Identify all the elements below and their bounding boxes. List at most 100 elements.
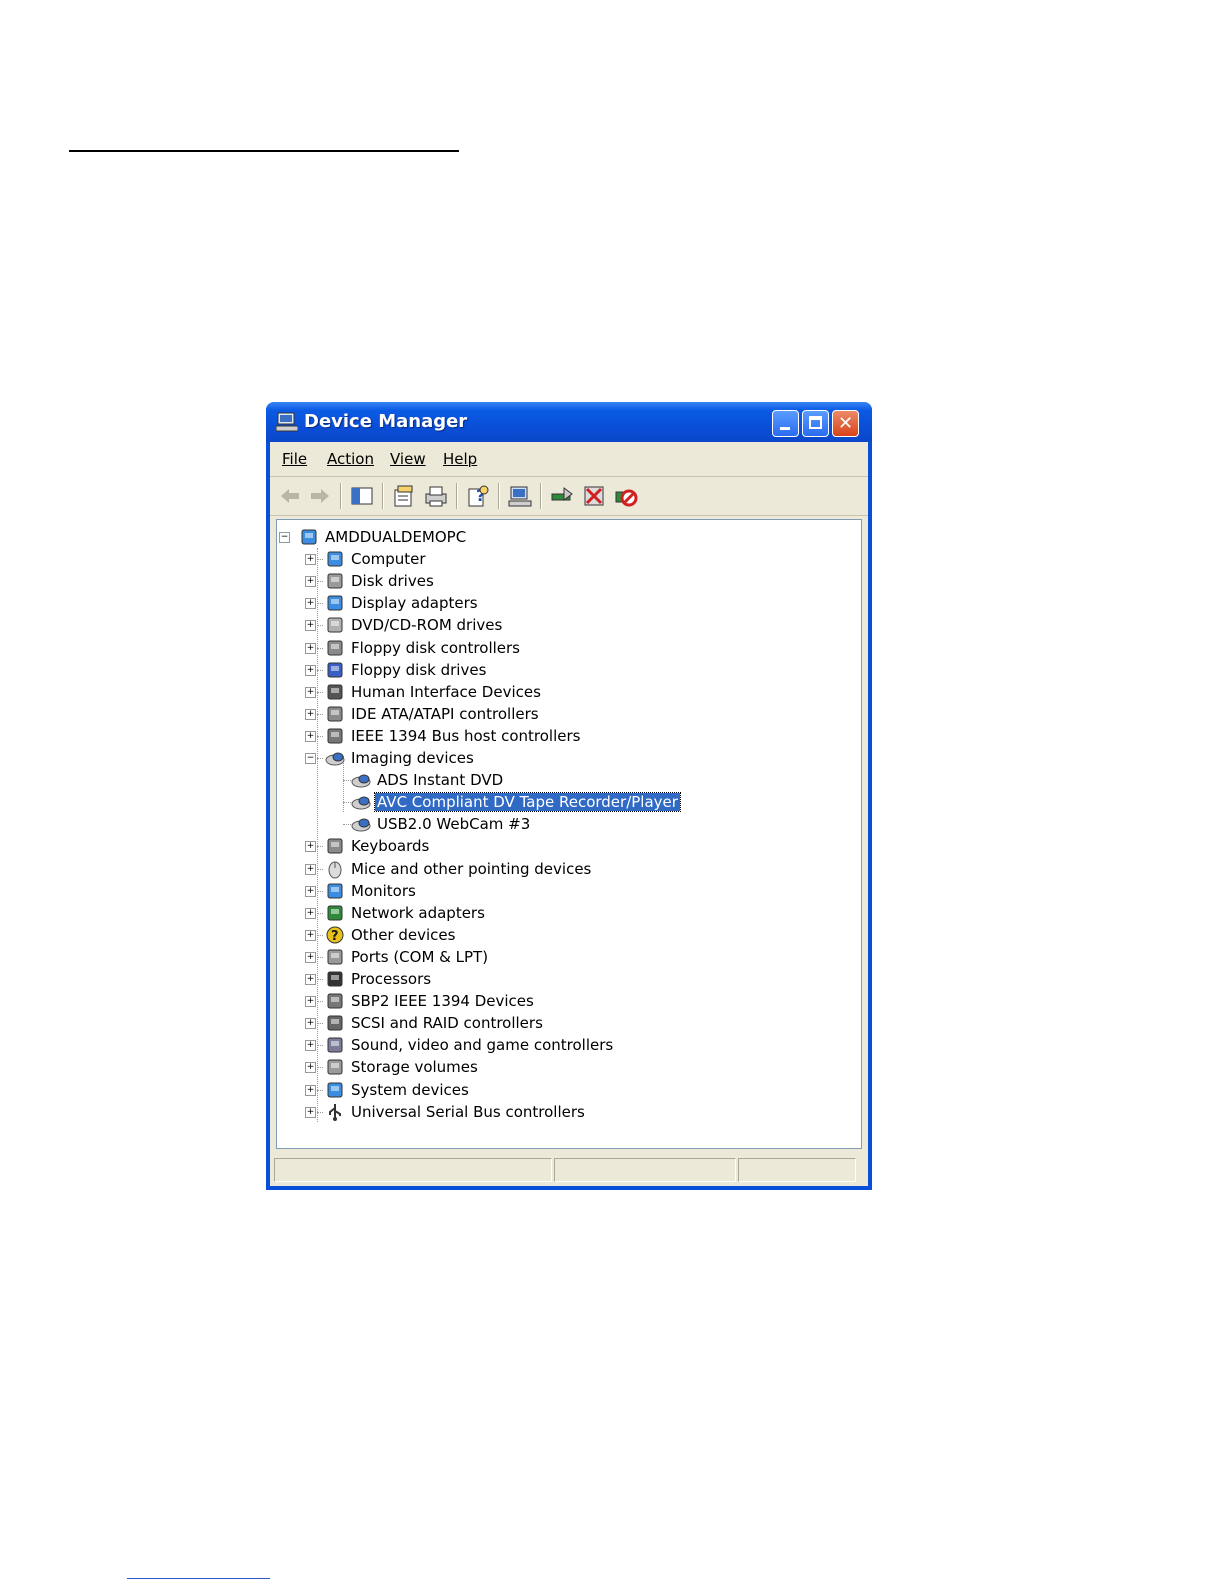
tree-node-usb2-0-webcam-3[interactable]: USB2.0 WebCam #3 [277, 813, 847, 835]
help-icon[interactable]: ? [466, 484, 490, 508]
expand-icon[interactable]: + [305, 708, 316, 720]
tree-node-label: IDE ATA/ATAPI controllers [351, 704, 539, 723]
tree-node-label: Floppy disk controllers [351, 638, 520, 657]
camera-icon [325, 752, 345, 766]
maximize-button[interactable] [802, 410, 829, 437]
dvd-drive-icon [327, 617, 343, 633]
tree-connector [317, 758, 323, 759]
expand-icon[interactable]: + [305, 1084, 316, 1096]
tree-node-sound-video-and-game-controllers[interactable]: + Sound, video and game controllers [277, 1034, 847, 1056]
tree-node-ads-instant-dvd[interactable]: ADS Instant DVD [277, 769, 847, 791]
tree-node-processors[interactable]: + Processors [277, 968, 847, 990]
show-hide-console-tree-icon[interactable] [350, 484, 374, 508]
back-arrow-icon[interactable] [278, 484, 302, 508]
tree-root-node[interactable]: − AMDDUALDEMOPC [277, 526, 847, 548]
tree-connector [317, 912, 323, 914]
update-driver-icon[interactable] [550, 484, 574, 508]
collapse-icon[interactable]: − [305, 753, 316, 764]
svg-text:?: ? [331, 929, 339, 944]
menu-help[interactable]: Help [443, 450, 477, 468]
forward-arrow-icon[interactable] [308, 484, 332, 508]
tree-connector [317, 581, 323, 583]
tree-node-label: Imaging devices [351, 749, 474, 767]
tree-node-universal-serial-bus-controllers[interactable]: + Universal Serial Bus controllers [277, 1101, 847, 1123]
expand-icon[interactable]: + [305, 1106, 316, 1118]
expand-icon[interactable]: + [305, 620, 316, 632]
expand-icon[interactable]: + [305, 686, 316, 698]
display-adapter-icon [327, 595, 343, 611]
expand-icon[interactable]: + [305, 996, 316, 1008]
tree-node-scsi-and-raid-controllers[interactable]: + SCSI and RAID controllers [277, 1012, 847, 1034]
tree-node-computer[interactable]: + Computer [277, 548, 847, 570]
scan-hardware-changes-icon[interactable] [508, 484, 532, 508]
print-icon[interactable] [424, 484, 448, 508]
properties-icon[interactable] [392, 484, 416, 508]
sound-icon [327, 1037, 343, 1053]
camera-icon [351, 796, 371, 810]
collapse-icon[interactable]: − [279, 532, 290, 543]
window-title: Device Manager [304, 411, 468, 432]
tree-node-imaging-devices[interactable]: − Imaging devices [277, 747, 847, 769]
menu-view[interactable]: View [390, 450, 426, 468]
expand-icon[interactable]: + [305, 951, 316, 963]
tree-node-dvd-cd-rom-drives[interactable]: + DVD/CD-ROM drives [277, 614, 847, 636]
tree-connector [317, 934, 323, 936]
tree-node-label: ADS Instant DVD [377, 771, 504, 790]
tree-node-ports-com-lpt[interactable]: + Ports (COM & LPT) [277, 946, 847, 968]
tree-node-network-adapters[interactable]: + Network adapters [277, 902, 847, 924]
status-bar [270, 1154, 868, 1186]
expand-icon[interactable]: + [305, 885, 316, 897]
tree-node-other-devices[interactable]: +? Other devices [277, 924, 847, 946]
tree-connector [317, 647, 323, 649]
tree-node-label: Computer [351, 550, 426, 569]
expand-icon[interactable]: + [305, 974, 316, 985]
tree-node-human-interface-devices[interactable]: + Human Interface Devices [277, 681, 847, 703]
computer-icon [301, 529, 317, 545]
tree-node-ieee-1394-bus-host-controllers[interactable]: + IEEE 1394 Bus host controllers [277, 725, 847, 747]
uninstall-icon[interactable] [582, 484, 606, 508]
tree-node-label: Disk drives [351, 572, 434, 591]
menu-action[interactable]: Action [327, 450, 374, 468]
tree-node-avc-compliant-dv-tape-recorder-player[interactable]: AVC Compliant DV Tape Recorder/Player [277, 791, 847, 813]
expand-icon[interactable]: + [305, 1040, 316, 1052]
tree-node-disk-drives[interactable]: + Disk drives [277, 570, 847, 592]
close-button[interactable]: ✕ [832, 410, 859, 437]
tree-connector [317, 735, 323, 737]
tree-node-display-adapters[interactable]: + Display adapters [277, 592, 847, 614]
tree-connector [317, 559, 323, 561]
tree-node-label: AMDDUALDEMOPC [325, 528, 467, 546]
expand-icon[interactable]: + [305, 907, 316, 919]
tree-node-monitors[interactable]: + Monitors [277, 880, 847, 902]
tree-node-mice-and-other-pointing-devices[interactable]: + Mice and other pointing devices [277, 858, 847, 880]
disable-icon[interactable] [614, 484, 638, 508]
expand-icon[interactable]: + [305, 642, 316, 654]
tree-connector [317, 846, 323, 848]
expand-icon[interactable]: + [305, 598, 316, 610]
device-tree[interactable]: − AMDDUALDEMOPC + Computer + Disk drives + Disp… [276, 519, 862, 1149]
tree-node-label: System devices [351, 1080, 469, 1099]
menu-file[interactable]: File [282, 450, 307, 468]
expand-icon[interactable]: + [305, 863, 316, 875]
tree-node-floppy-disk-controllers[interactable]: + Floppy disk controllers [277, 637, 847, 659]
tree-node-ide-ata-atapi-controllers[interactable]: + IDE ATA/ATAPI controllers [277, 703, 847, 725]
expand-icon[interactable]: + [305, 554, 316, 566]
tree-node-sbp2-ieee-1394-devices[interactable]: + SBP2 IEEE 1394 Devices [277, 990, 847, 1012]
title-bar[interactable]: Device Manager ✕ [266, 402, 872, 442]
expand-icon[interactable]: + [305, 730, 316, 742]
expand-icon[interactable]: + [305, 664, 316, 676]
tree-node-label: Other devices [351, 925, 456, 944]
expand-icon[interactable]: + [305, 1062, 316, 1074]
tree-node-keyboards[interactable]: + Keyboards [277, 835, 847, 857]
expand-icon[interactable]: + [305, 929, 316, 941]
tree-node-floppy-disk-drives[interactable]: + Floppy disk drives [277, 659, 847, 681]
sbp2-icon [327, 993, 343, 1009]
expand-icon[interactable]: + [305, 576, 316, 588]
tree-node-system-devices[interactable]: + System devices [277, 1079, 847, 1101]
minimize-button[interactable] [772, 410, 799, 437]
expand-icon[interactable]: + [305, 1018, 316, 1030]
tree-node-storage-volumes[interactable]: + Storage volumes [277, 1056, 847, 1078]
expand-icon[interactable]: + [305, 841, 316, 853]
floppy-controller-icon [327, 640, 343, 655]
hid-icon [327, 684, 343, 700]
top-rule [69, 150, 459, 152]
